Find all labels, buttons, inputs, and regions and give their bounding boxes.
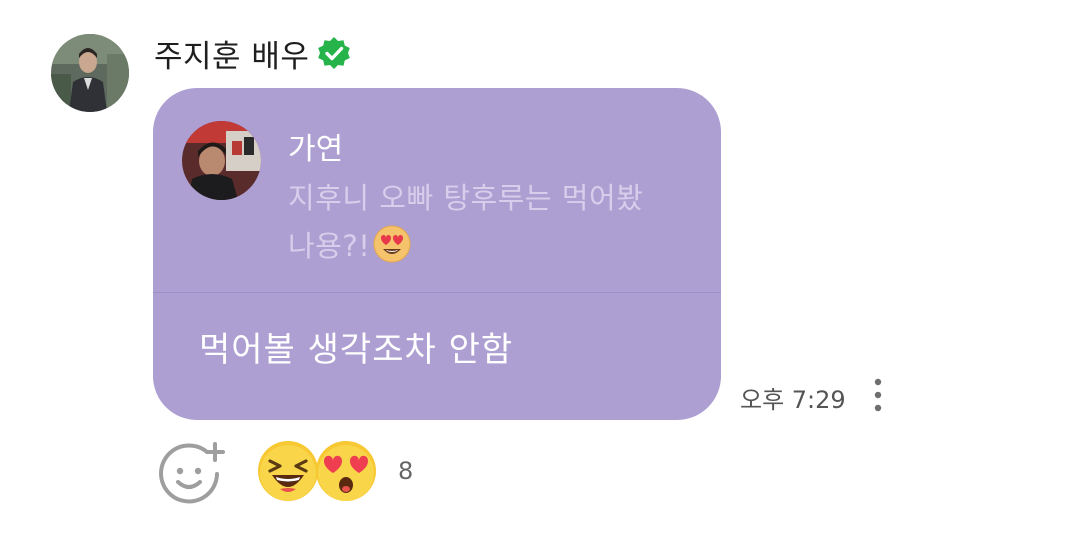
sender-name[interactable]: 주지훈 배우 xyxy=(154,31,309,76)
heart-eyes-emoji-icon xyxy=(372,224,412,264)
message-timestamp: 오후 7:29 xyxy=(740,386,846,414)
reply-author-name: 가연 xyxy=(288,132,344,167)
bubble-divider xyxy=(153,292,721,293)
message-bubble[interactable]: 가연 지후니 오빠 탕후루는 먹어봤 나용?! 먹어볼 생각조차 안함 xyxy=(153,88,721,420)
more-vertical-icon[interactable] xyxy=(866,376,890,416)
reaction-count: 8 xyxy=(398,457,414,485)
add-reaction-icon xyxy=(159,442,225,504)
add-reaction-button[interactable] xyxy=(157,438,229,506)
sender-header: 주지훈 배우 xyxy=(154,30,351,76)
verified-badge-icon xyxy=(317,36,351,70)
message-text: 먹어볼 생각조차 안함 xyxy=(199,330,514,370)
heart-eyes-emoji-icon xyxy=(314,439,378,503)
quoted-reply[interactable]: 가연 지후니 오빠 탕후루는 먹어봤 나용?! xyxy=(153,88,721,292)
laughing-emoji-icon xyxy=(256,439,320,503)
reply-author-avatar xyxy=(182,121,261,200)
reply-text-line-2: 나용?! xyxy=(288,229,371,263)
chat-message: 주지훈 배우 가연 지후니 오빠 탕후루는 먹어봤 나용?! 먹어볼 생각조차 … xyxy=(0,0,1080,538)
reply-text-line-1: 지후니 오빠 탕후루는 먹어봤 xyxy=(288,181,644,215)
sender-avatar[interactable] xyxy=(51,34,129,112)
reply-text: 지후니 오빠 탕후루는 먹어봤 나용?! xyxy=(288,174,708,270)
reaction-summary[interactable]: 8 xyxy=(256,440,413,502)
